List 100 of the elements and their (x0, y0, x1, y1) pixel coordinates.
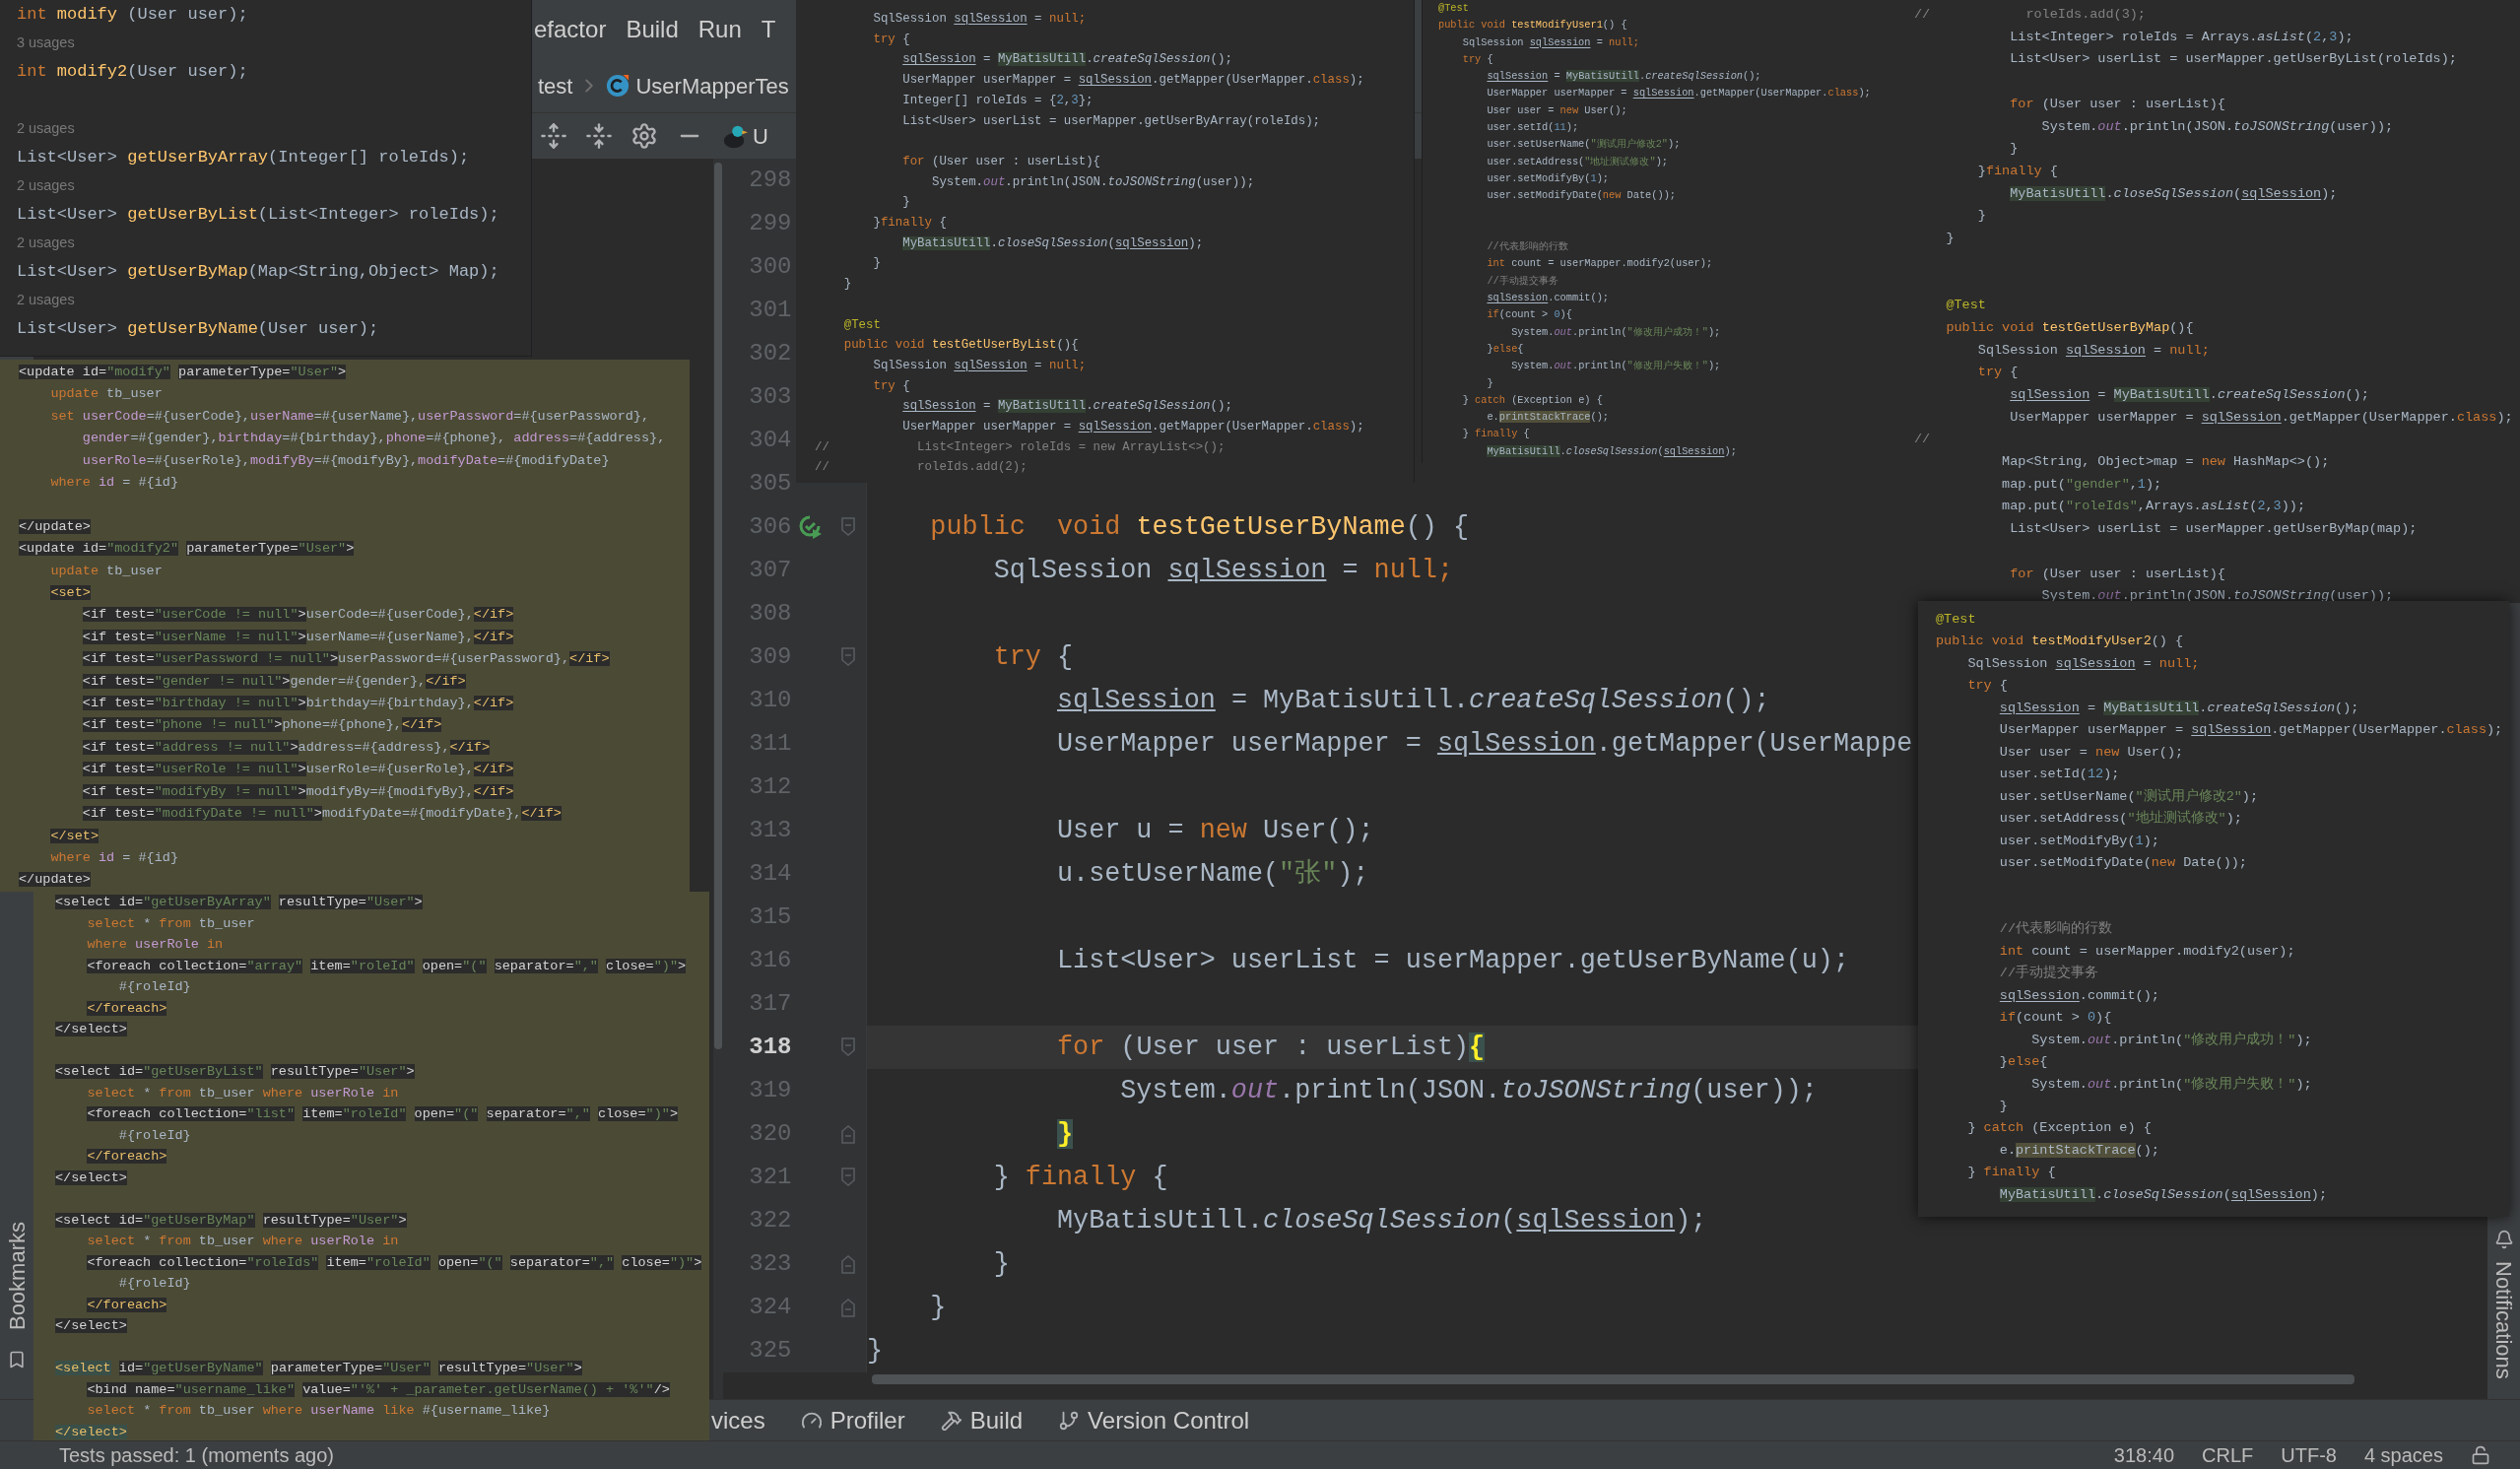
fold-marker-icon[interactable] (839, 1297, 858, 1318)
breadcrumb-item[interactable]: test (538, 69, 573, 102)
menu-item[interactable]: T (761, 12, 776, 47)
code-line: //代表影响的行数 (1486, 239, 1568, 255)
code-line: update tb_user (49, 385, 163, 404)
code-line: <update id="modify" parameterType="User"> (19, 364, 347, 381)
expand-all-icon[interactable] (540, 122, 567, 150)
code-line: UserMapper userMapper = sqlSession.getMapper(UserMapper.class); (901, 72, 1364, 90)
code-line: user.setAddress("地址测试修改"); (1998, 809, 2242, 829)
editor-tab[interactable]: U (753, 119, 768, 153)
bookmark-icon[interactable] (7, 1350, 27, 1369)
code-line: where id = #{id} (49, 474, 179, 493)
menu-item[interactable]: Build (626, 12, 679, 47)
code-line: System.out.println(JSON.toJSONString(user)); (2040, 117, 2394, 136)
code-line: public void testModifyUser2() { (1936, 633, 2184, 651)
menu-item[interactable]: efactor (534, 12, 607, 47)
usages-label: 3 usages (17, 33, 75, 52)
code-line: } (992, 1247, 1010, 1281)
status-item[interactable]: CRLF (2202, 1440, 2254, 1469)
code-line: sqlSession = MyBatisUtill.createSqlSession(); (1486, 69, 1761, 85)
code-line: e.printStackTrace(); (1486, 410, 1610, 426)
code-line: select * from tb_user where userName like #{username_like} (86, 1402, 551, 1420)
code-line: SqlSession sqlSession = null; (1966, 654, 2200, 673)
code-line: user.setModifyDate(new Date()); (1486, 188, 1676, 204)
scrollbar[interactable] (714, 163, 722, 1049)
code-line: <if test="userName != null">userName=#{userName},</if> (81, 628, 514, 646)
tool-window-button[interactable]: vices (711, 1402, 765, 1438)
status-item[interactable]: UTF-8 (2281, 1440, 2337, 1469)
code-line: where userRole in (86, 936, 224, 954)
code-line: select * from tb_user (86, 914, 255, 933)
code-line: List<User> userList = userMapper.getUserByArray(roleIds); (901, 112, 1321, 130)
fold-marker-icon[interactable] (839, 1123, 858, 1145)
code-line: } (1945, 230, 1955, 247)
code-line: sqlSession = MyBatisUtill.createSqlSession(); (1998, 699, 2359, 717)
code-line: Integer[] roleIds = {2,3}; (901, 92, 1094, 109)
code-line: System.out.println(JSON.toJSONString(user)); (930, 173, 1255, 191)
scrollbar[interactable] (872, 1374, 2354, 1384)
breadcrumb-item[interactable]: UserMapperTes (635, 69, 789, 102)
test-status[interactable]: Tests passed: 1 (moments ago) (59, 1440, 334, 1469)
code-line: for (User user : userList){ (2009, 95, 2225, 113)
code-line: <if test="userCode != null">userCode=#{userCode},</if> (81, 606, 514, 625)
code-line: sqlSession = MyBatisUtill.createSqlSession(); (901, 51, 1232, 69)
code-line: SqlSession sqlSession = null; (1976, 341, 2210, 360)
code-line: <if test="phone != null">phone=#{phone},</if> (81, 716, 442, 735)
code-line: <if test="userPassword != null">userPassword=#{userPassword},</if> (81, 650, 610, 669)
status-item[interactable]: 4 spaces (2363, 1440, 2443, 1469)
code-line: SqlSession sqlSession = null; (872, 11, 1087, 28)
code-line: user.setUserName("测试用户修改2"); (1486, 137, 1681, 153)
code-line: <foreach collection="array" item="roleId" open="(" separator="," close=")"> (86, 957, 687, 975)
fold-marker-icon[interactable] (839, 1167, 858, 1188)
lock-icon[interactable] (2471, 1445, 2490, 1465)
code-line: List<User> getUserByMap(Map<String,Object> Map); (17, 261, 499, 283)
code-line: } finally { (1966, 1164, 2056, 1182)
code-line: } (872, 255, 881, 273)
collapse-all-icon[interactable] (585, 122, 613, 150)
code-line: User user = new User(); (1486, 102, 1627, 118)
code-line: MyBatisUtill.closeSqlSession(sqlSession); (1998, 1185, 2327, 1204)
code-line: SqlSession sqlSession = null; (992, 554, 1453, 587)
hammer-icon (940, 1409, 962, 1432)
bookmarks-tab[interactable]: Bookmarks (0, 1221, 33, 1330)
code-line: <if test="gender != null">gender=#{gender},</if> (81, 672, 466, 691)
notifications-tab[interactable]: Notifications (2487, 1261, 2520, 1379)
fold-marker-icon[interactable] (839, 1036, 858, 1058)
code-line: List<User> getUserByList(List<Integer> roleIds); (17, 204, 499, 226)
settings-icon[interactable] (630, 122, 658, 150)
code-line: MyBatisUtill.closeSqlSession(sqlSession); (1486, 443, 1737, 459)
code-line: <select id="getUserByList" resultType="User"> (55, 1063, 415, 1081)
fold-marker-icon[interactable] (839, 1253, 858, 1275)
class-icon (606, 74, 630, 98)
code-line: SqlSession sqlSession = null; (872, 357, 1087, 374)
fold-marker-icon[interactable] (839, 516, 858, 538)
bell-icon[interactable] (2493, 1230, 2514, 1250)
code-line: <bind name="username_like" value="'%' + _parameter.getUserName() + '%'"/> (86, 1380, 670, 1399)
code-line: @Test (1438, 1, 1469, 16)
code-line: UserMapper userMapper = sqlSession.getMapper(UserMapper.class); (901, 419, 1364, 436)
code-line: <if test="birthday != null">birthday=#{birthday},</if> (81, 695, 514, 713)
code-line: System.out.println("修改用户成功！"); (2030, 1031, 2312, 1049)
code-line: user.setId(12); (1998, 766, 2120, 784)
code-line: UserMapper userMapper = sqlSession.getMapper(UserMapper.class); (2009, 408, 2513, 427)
tool-window-button[interactable]: Build (940, 1402, 1024, 1438)
code-line: UserMapper userMapper = sqlSession.getMapper(UserMapper.class); (1486, 86, 1871, 101)
menu-item[interactable]: Run (697, 12, 742, 47)
code-line: try { (872, 377, 910, 395)
fold-marker-icon[interactable] (839, 646, 858, 668)
code-line: for (User user : userList){ (1056, 1031, 1486, 1064)
code-line: SqlSession sqlSession = null; (1461, 34, 1639, 50)
status-item[interactable]: 318:40 (2113, 1440, 2175, 1469)
code-line: UserMapper userMapper = sqlSession.getMapper(UserMapper.class); (1998, 721, 2503, 740)
code-line: List<User> userList = userMapper.getUserByList(roleIds); (2009, 50, 2457, 69)
code-line: <foreach collection="list" item="roleId" open="(" separator="," close=")"> (86, 1105, 678, 1123)
tool-window-button[interactable]: Version Control (1058, 1402, 1250, 1438)
code-line: int modify (User user); (17, 4, 248, 26)
tool-window-button[interactable]: Profiler (800, 1402, 905, 1438)
code-line: <select id="getUserByName" parameterType="User" resultType="User"> (55, 1360, 582, 1377)
code-line: }finally { (1976, 162, 2058, 180)
code-line: List<Integer> roleIds = Arrays.asList(2,3); (2009, 28, 2354, 46)
code-line: select * from tb_user where userRole in (86, 1084, 399, 1102)
code-line: } (901, 194, 910, 212)
code-line: } catch (Exception e) { (1966, 1119, 2152, 1138)
code-line: <if test="address != null">address=#{address},</if> (81, 738, 491, 757)
